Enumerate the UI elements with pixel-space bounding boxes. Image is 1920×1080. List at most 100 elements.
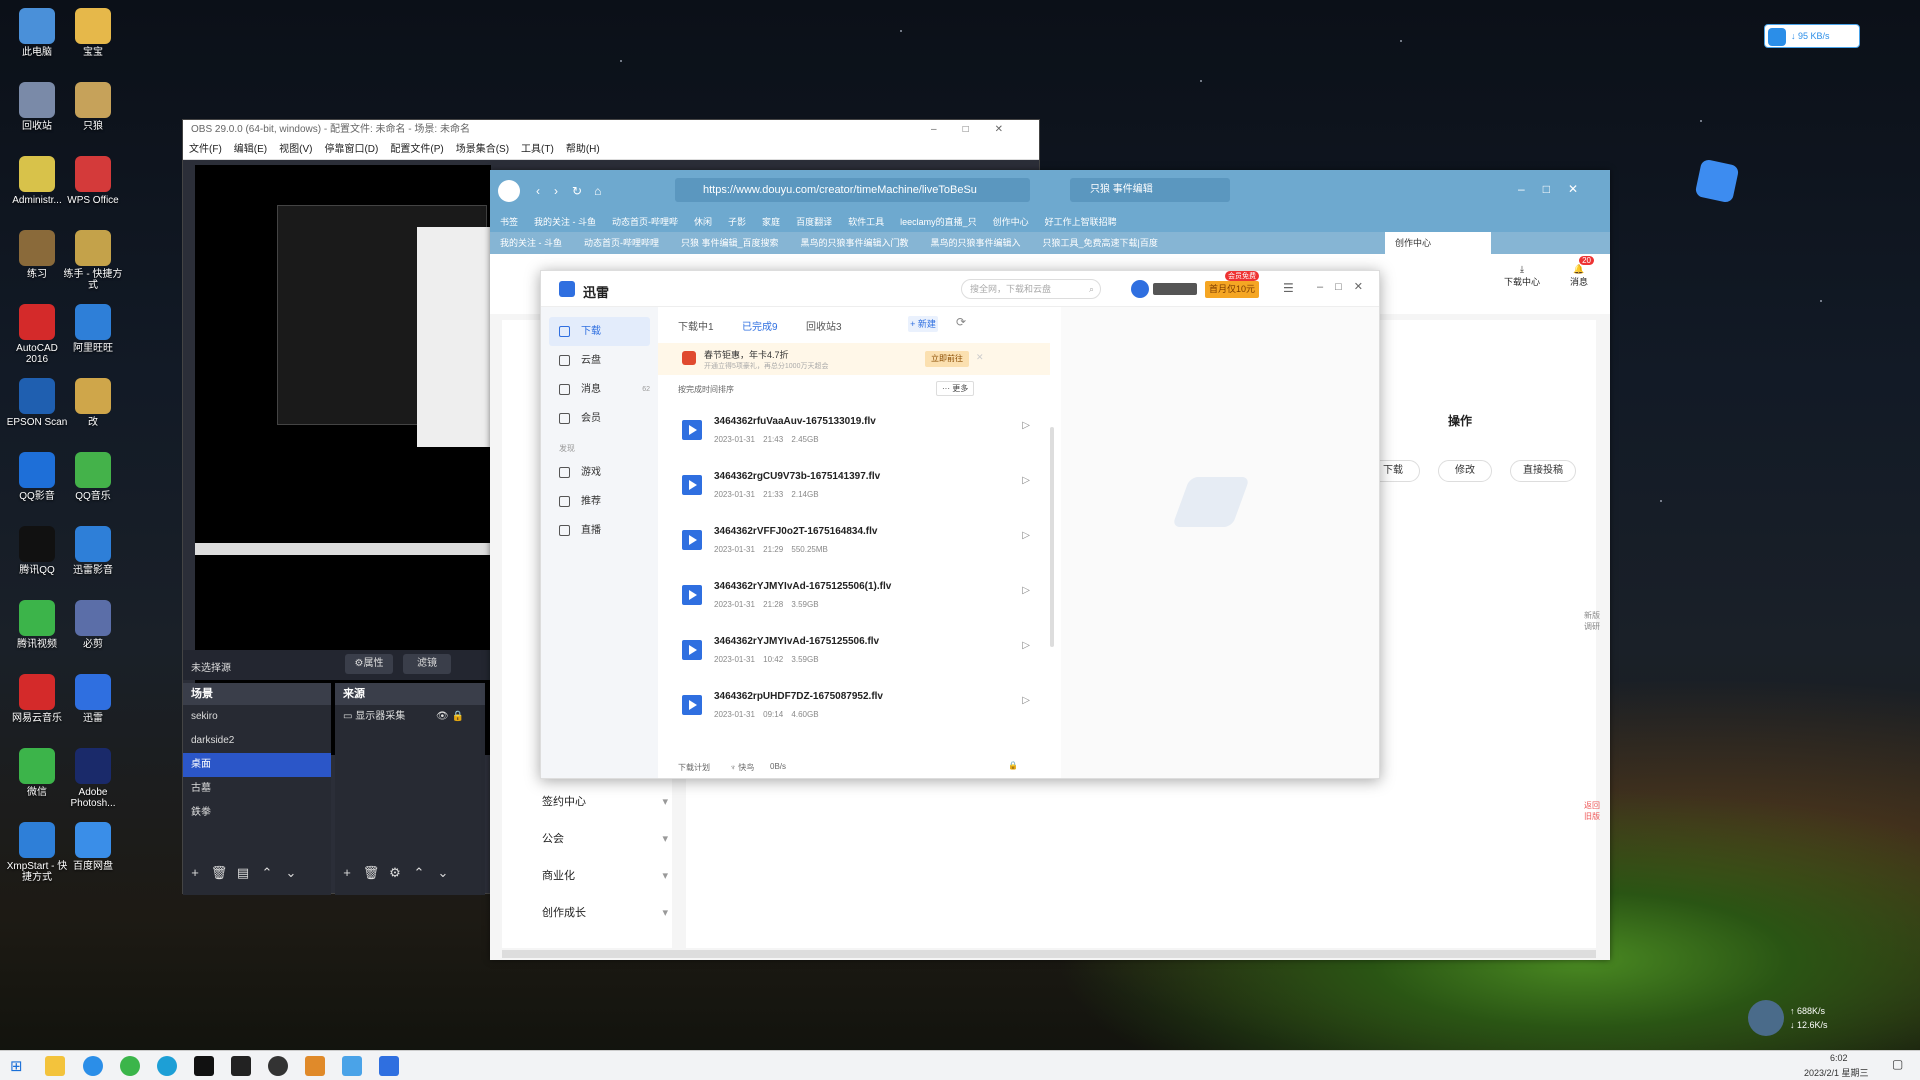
browser-icon[interactable] <box>157 1056 177 1076</box>
menu-icon[interactable]: ☰ <box>1283 281 1294 295</box>
window-controls[interactable]: –□✕ <box>1518 182 1596 196</box>
app-icon[interactable] <box>305 1056 325 1076</box>
bookmark-item[interactable]: 书签 <box>500 217 518 227</box>
desktop-icon[interactable]: 练习 <box>6 230 68 280</box>
down-icon[interactable]: ⌄ <box>279 865 303 881</box>
lock-icon[interactable]: 🔒 <box>449 711 463 722</box>
file-row[interactable]: 3464362rgCU9V73b-1675141397.flv 2023-01-3… <box>658 458 1050 513</box>
desktop-icon[interactable]: 回收站 <box>6 82 68 132</box>
back-icon[interactable]: ‹ <box>536 184 540 198</box>
gear-icon[interactable]: ⚙ <box>383 865 407 881</box>
vip-button[interactable]: 首月仅10元 <box>1205 281 1259 298</box>
history-icon[interactable]: ⟳ <box>956 315 966 329</box>
desktop-icon[interactable]: 宝宝 <box>62 8 124 58</box>
speed-widget[interactable]: ↓ 95 KB/s <box>1764 24 1860 48</box>
more-button[interactable]: ··· 更多 <box>936 381 975 396</box>
browser-tab[interactable]: 只狼工具_免费高速下载|百度 <box>1043 238 1158 248</box>
horizontal-scrollbar[interactable] <box>502 950 1596 958</box>
vertical-scrollbar[interactable] <box>1050 427 1054 647</box>
desktop-icon[interactable]: XmpStart - 快捷方式 <box>6 822 68 883</box>
menu-item[interactable]: 场景集合(S) <box>456 144 509 155</box>
op-button[interactable]: 修改 <box>1438 460 1492 482</box>
menu-item[interactable]: 文件(F) <box>189 144 222 155</box>
play-icon[interactable]: ▷ <box>1022 475 1030 486</box>
play-icon[interactable]: ▷ <box>1022 530 1030 541</box>
desktop-icon[interactable]: 只狼 <box>62 82 124 132</box>
refresh-icon[interactable]: ↻ <box>572 184 582 198</box>
browser-tab[interactable]: 创作中心 <box>1385 232 1492 254</box>
scene-item[interactable]: sekiro <box>183 705 331 729</box>
terminal-icon[interactable] <box>194 1056 214 1076</box>
bookmark-item[interactable]: 我的关注 - 斗鱼 <box>534 217 596 227</box>
side-menu-item[interactable]: 签约中心 ▾ <box>542 787 672 817</box>
cloud-icon[interactable] <box>342 1056 362 1076</box>
bookmark-item[interactable]: 好工作上智联招聘 <box>1045 217 1117 227</box>
add-icon[interactable]: + <box>335 865 359 880</box>
avatar[interactable] <box>1131 280 1149 298</box>
desktop-icon[interactable]: 练手 - 快捷方式 <box>62 230 124 291</box>
tab-1[interactable]: 已完成9 <box>742 318 778 333</box>
desktop-icon[interactable]: 此电脑 <box>6 8 68 58</box>
file-row[interactable]: 3464362rYJMYIvAd-1675125506.flv 2023-01-3… <box>658 623 1050 678</box>
app-icon[interactable] <box>231 1056 251 1076</box>
browser-search[interactable]: 只狼 事件编辑 <box>1070 178 1230 202</box>
side-menu-item[interactable]: 公会 ▾ <box>542 824 672 854</box>
start-icon[interactable]: ⊞ <box>10 1057 23 1075</box>
new-task-button[interactable]: + 新建 <box>908 316 938 332</box>
window-controls[interactable]: –□✕ <box>1317 280 1375 293</box>
add-icon[interactable]: + <box>183 865 207 880</box>
download-plan[interactable]: 下载计划 <box>678 762 710 773</box>
file-row[interactable]: 3464362rYJMYIvAd-1675125506(1).flv 2023-0… <box>658 568 1050 623</box>
side-menu-item[interactable]: 商业化 ▾ <box>542 861 672 891</box>
desktop-icon[interactable]: 阿里旺旺 <box>62 304 124 354</box>
desktop-icon[interactable]: 腾讯QQ <box>6 526 68 576</box>
scene-item[interactable]: darkside2 <box>183 729 331 753</box>
sort-dropdown[interactable]: 按完成时间排序 <box>678 384 734 395</box>
nav-item[interactable]: 推荐 <box>541 487 658 516</box>
up-icon[interactable]: ⌃ <box>255 865 279 881</box>
nav-item[interactable]: 下载 <box>549 317 650 346</box>
tab-2[interactable]: 回收站3 <box>806 318 842 333</box>
xunlei-search[interactable]: 搜全网，下载和云盘 ⌕ <box>961 279 1101 299</box>
up-icon[interactable]: ⌃ <box>407 865 431 881</box>
scene-item[interactable]: 古墓 <box>183 777 331 801</box>
play-icon[interactable]: ▷ <box>1022 585 1030 596</box>
bookmark-item[interactable]: 软件工具 <box>848 217 884 227</box>
old-version-link[interactable]: 返回旧版 <box>1584 800 1604 822</box>
desktop-icon[interactable]: 改 <box>62 378 124 428</box>
menu-item[interactable]: 工具(T) <box>521 144 554 155</box>
menu-item[interactable]: 停靠窗口(D) <box>324 144 378 155</box>
bookmark-item[interactable]: 动态首页-哔哩哔 <box>612 217 678 227</box>
desktop-icon[interactable]: 迅雷 <box>62 674 124 724</box>
forward-icon[interactable]: › <box>554 184 558 198</box>
browser-tab[interactable]: 动态首页-哔哩哔哩 <box>584 238 659 248</box>
window-controls[interactable]: –□✕ <box>931 120 1029 140</box>
menu-item[interactable]: 帮助(H) <box>566 144 600 155</box>
desktop-icon[interactable]: 腾讯视频 <box>6 600 68 650</box>
desktop-icon[interactable]: 必剪 <box>62 600 124 650</box>
bookmark-item[interactable]: 子影 <box>728 217 746 227</box>
browser-tab[interactable]: 黑鸟的只狼事件编辑入门教 <box>801 238 909 248</box>
nav-item[interactable]: 消息 62 <box>541 375 658 404</box>
nav-item[interactable]: 游戏 <box>541 458 658 487</box>
close-icon[interactable]: ✕ <box>976 352 984 363</box>
folder-icon[interactable] <box>45 1056 65 1076</box>
messages-link[interactable]: 🔔 消息 <box>1570 264 1588 288</box>
xunlei-icon[interactable] <box>379 1056 399 1076</box>
obs-icon[interactable] <box>268 1056 288 1076</box>
notification-icon[interactable]: ▢ <box>1892 1057 1903 1071</box>
play-icon[interactable]: ▷ <box>1022 640 1030 651</box>
props-button[interactable]: ⚙属性 <box>345 654 393 674</box>
op-button[interactable]: 直接投稿 <box>1510 460 1576 482</box>
desktop-icon[interactable]: 迅雷影音 <box>62 526 124 576</box>
bookmark-item[interactable]: leeclamy的直播_只 <box>900 217 977 227</box>
file-row[interactable]: 3464362rpUHDF7DZ-1675087952.flv 2023-01-3… <box>658 678 1050 733</box>
filter-icon[interactable]: ▤ <box>231 865 255 881</box>
file-row[interactable]: 3464362rVFFJ0o2T-1675164834.flv 2023-01-3… <box>658 513 1050 568</box>
side-menu-item[interactable]: 创作成长 ▾ <box>542 898 672 928</box>
scene-item[interactable]: 鉄拳 <box>183 801 331 825</box>
filters-button[interactable]: 滤镜 <box>403 654 451 674</box>
promo-go-button[interactable]: 立即前往 <box>925 351 969 367</box>
lock-icon[interactable]: 🔒 <box>1008 761 1018 770</box>
desktop-icon[interactable]: Administr... <box>6 156 68 206</box>
